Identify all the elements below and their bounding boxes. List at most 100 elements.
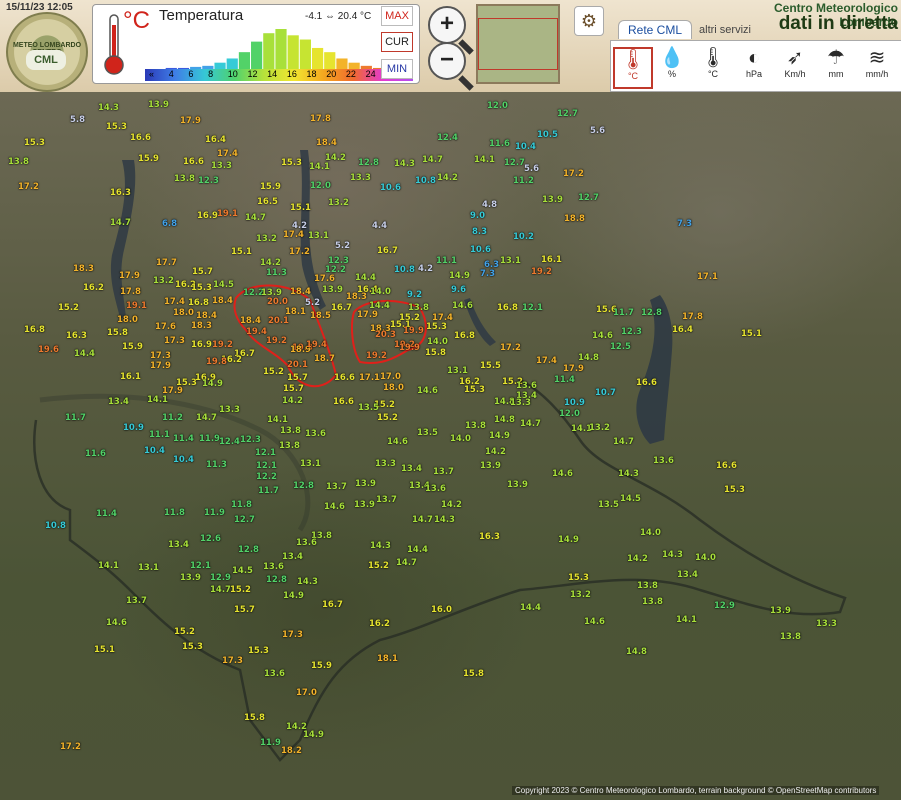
station-temperature[interactable]: 13.6 — [263, 562, 284, 572]
station-temperature[interactable]: 14.4 — [407, 545, 428, 555]
station-temperature[interactable]: 15.3 — [182, 642, 203, 652]
station-temperature[interactable]: 12.3 — [240, 435, 261, 445]
station-temperature[interactable]: 13.1 — [300, 459, 321, 469]
station-temperature[interactable]: 15.9 — [138, 154, 159, 164]
station-temperature[interactable]: 13.8 — [780, 632, 801, 642]
station-temperature[interactable]: 16.3 — [110, 188, 131, 198]
station-temperature[interactable]: 14.3 — [394, 159, 415, 169]
station-temperature[interactable]: 20.0 — [267, 297, 288, 307]
station-temperature[interactable]: 13.6 — [296, 538, 317, 548]
station-temperature[interactable]: 14.1 — [98, 561, 119, 571]
station-temperature[interactable]: 12.2 — [325, 265, 346, 275]
station-temperature[interactable]: 19.4 — [306, 340, 327, 350]
station-temperature[interactable]: 16.1 — [120, 372, 141, 382]
station-temperature[interactable]: 13.3 — [510, 398, 531, 408]
station-temperature[interactable]: 20.1 — [287, 360, 308, 370]
station-temperature[interactable]: 15.2 — [174, 627, 195, 637]
station-temperature[interactable]: 10.6 — [470, 245, 491, 255]
station-temperature[interactable]: 16.7 — [377, 246, 398, 256]
station-temperature[interactable]: 12.1 — [256, 461, 277, 471]
station-temperature[interactable]: 12.7 — [578, 193, 599, 203]
station-temperature[interactable]: 17.2 — [289, 247, 310, 257]
station-temperature[interactable]: 13.2 — [589, 423, 610, 433]
station-temperature[interactable]: 15.2 — [230, 585, 251, 595]
station-temperature[interactable]: 18.0 — [173, 308, 194, 318]
station-temperature[interactable]: 11.4 — [173, 434, 194, 444]
station-temperature[interactable]: 20.3 — [375, 330, 396, 340]
station-temperature[interactable]: 19.1 — [217, 209, 238, 219]
station-temperature[interactable]: 7.3 — [480, 269, 495, 279]
station-temperature[interactable]: 14.4 — [520, 603, 541, 613]
station-temperature[interactable]: 19.2 — [212, 340, 233, 350]
station-temperature[interactable]: 14.5 — [213, 280, 234, 290]
station-temperature[interactable]: 14.5 — [620, 494, 641, 504]
zoom-out-button[interactable]: − — [428, 42, 466, 80]
station-temperature[interactable]: 17.4 — [217, 149, 238, 159]
station-temperature[interactable]: 14.1 — [474, 155, 495, 165]
station-temperature[interactable]: 13.2 — [570, 590, 591, 600]
station-temperature[interactable]: 12.8 — [358, 158, 379, 168]
zoom-in-button[interactable]: + — [428, 6, 466, 44]
station-temperature[interactable]: 9.0 — [470, 211, 485, 221]
station-temperature[interactable]: 17.8 — [682, 312, 703, 322]
station-temperature[interactable]: 19.8 — [206, 357, 227, 367]
station-temperature[interactable]: 10.8 — [394, 265, 415, 275]
station-temperature[interactable]: 13.6 — [264, 669, 285, 679]
station-temperature[interactable]: 13.2 — [256, 234, 277, 244]
station-temperature[interactable]: 18.4 — [212, 296, 233, 306]
station-temperature[interactable]: 10.6 — [380, 183, 401, 193]
station-temperature[interactable]: 13.7 — [326, 482, 347, 492]
station-temperature[interactable]: 13.7 — [376, 495, 397, 505]
station-temperature[interactable]: 17.9 — [180, 116, 201, 126]
station-temperature[interactable]: 10.4 — [173, 455, 194, 465]
station-temperature[interactable]: 11.3 — [266, 268, 287, 278]
overview-minimap[interactable] — [476, 4, 560, 84]
station-temperature[interactable]: 14.7 — [412, 515, 433, 525]
station-temperature[interactable]: 16.3 — [66, 331, 87, 341]
station-temperature[interactable]: 17.9 — [119, 271, 140, 281]
station-temperature[interactable]: 16.0 — [431, 605, 452, 615]
station-temperature[interactable]: 16.8 — [454, 331, 475, 341]
station-temperature[interactable]: 12.4 — [219, 437, 240, 447]
station-temperature[interactable]: 5.2 — [335, 241, 350, 251]
station-temperature[interactable]: 5.2 — [305, 298, 320, 308]
station-temperature[interactable]: 16.9 — [191, 340, 212, 350]
station-temperature[interactable]: 12.0 — [310, 181, 331, 191]
station-temperature[interactable]: 15.2 — [263, 367, 284, 377]
station-temperature[interactable]: 13.8 — [465, 421, 486, 431]
station-temperature[interactable]: 14.4 — [74, 349, 95, 359]
station-temperature[interactable]: 12.8 — [238, 545, 259, 555]
station-temperature[interactable]: 5.6 — [524, 164, 539, 174]
station-temperature[interactable]: 16.8 — [188, 298, 209, 308]
station-temperature[interactable]: 13.4 — [282, 552, 303, 562]
station-temperature[interactable]: 15.8 — [244, 713, 265, 723]
station-temperature[interactable]: 14.3 — [297, 577, 318, 587]
station-temperature[interactable]: 13.9 — [542, 195, 563, 205]
station-temperature[interactable]: 17.9 — [357, 310, 378, 320]
station-temperature[interactable]: 19.2 — [531, 267, 552, 277]
wind-button[interactable]: ➶ Km/h — [777, 47, 813, 85]
station-temperature[interactable]: 13.8 — [408, 303, 429, 313]
station-temperature[interactable]: 13.8 — [637, 581, 658, 591]
station-temperature[interactable]: 17.4 — [164, 297, 185, 307]
station-temperature[interactable]: 17.0 — [380, 372, 401, 382]
station-temperature[interactable]: 13.2 — [328, 198, 349, 208]
station-temperature[interactable]: 17.1 — [697, 272, 718, 282]
station-temperature[interactable]: 14.0 — [427, 337, 448, 347]
station-temperature[interactable]: 10.8 — [415, 176, 436, 186]
station-temperature[interactable]: 12.5 — [610, 342, 631, 352]
station-temperature[interactable]: 13.9 — [507, 480, 528, 490]
station-temperature[interactable]: 19.9 — [403, 326, 424, 336]
station-temperature[interactable]: 10.2 — [513, 232, 534, 242]
station-temperature[interactable]: 18.3 — [346, 292, 367, 302]
station-temperature[interactable]: 17.4 — [536, 356, 557, 366]
station-temperature[interactable]: 15.3 — [191, 283, 212, 293]
station-temperature[interactable]: 15.8 — [107, 328, 128, 338]
station-temperature[interactable]: 9.6 — [451, 285, 466, 295]
station-temperature[interactable]: 19.2 — [266, 336, 287, 346]
station-temperature[interactable]: 13.7 — [126, 596, 147, 606]
station-temperature[interactable]: 16.2 — [83, 283, 104, 293]
station-temperature[interactable]: 13.8 — [174, 174, 195, 184]
station-temperature[interactable]: 14.2 — [260, 258, 281, 268]
station-temperature[interactable]: 13.6 — [516, 381, 537, 391]
